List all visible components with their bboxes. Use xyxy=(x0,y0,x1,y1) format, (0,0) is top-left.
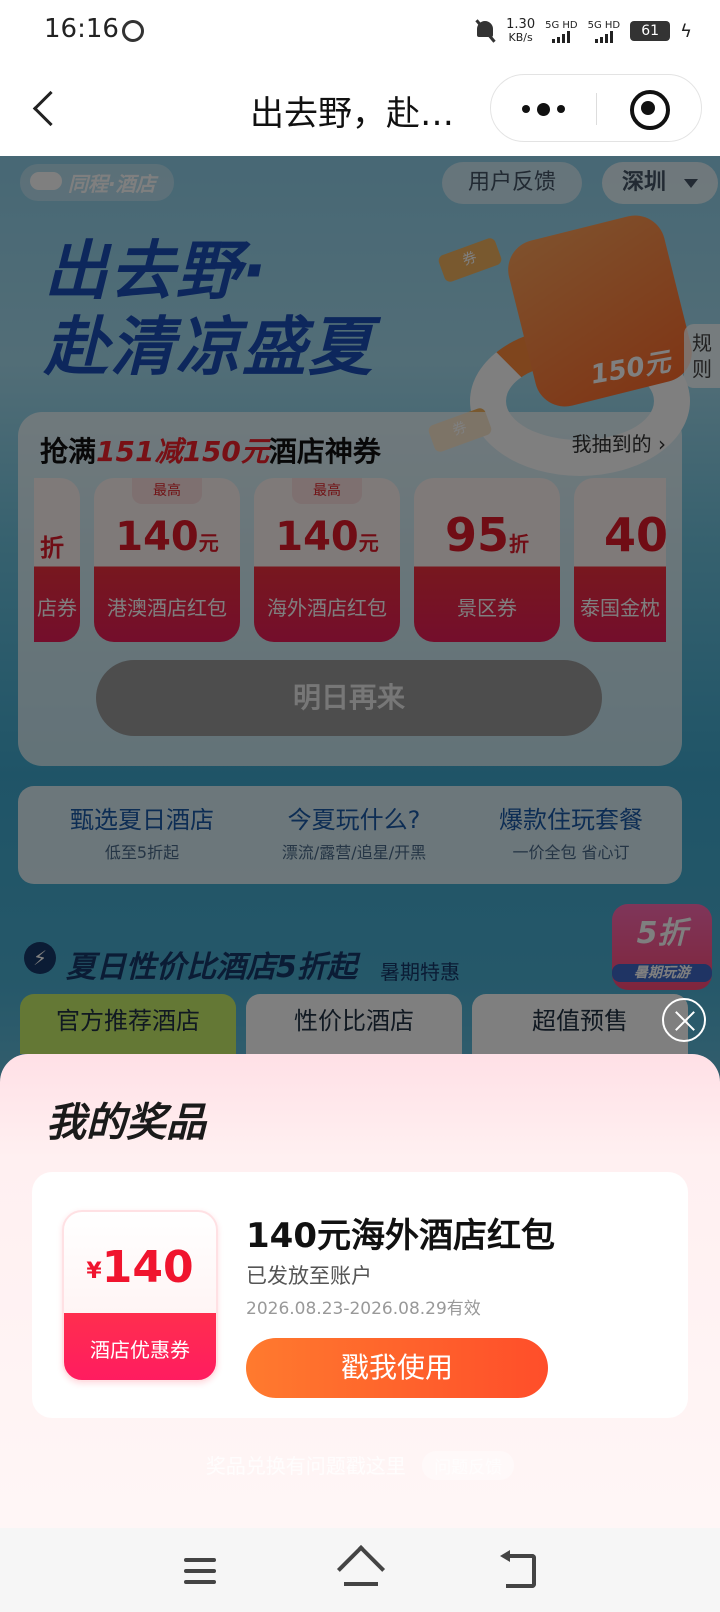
help-row[interactable]: 奖品兑换有问题戳这里 问题反馈 xyxy=(0,1450,720,1480)
net-speed-unit: KB/s xyxy=(508,31,533,44)
charging-icon: ϟ xyxy=(680,20,692,42)
voucher-amount: ¥140 xyxy=(64,1242,216,1293)
hotel-voucher-image: ¥140 酒店优惠券 xyxy=(62,1210,218,1382)
sim2-signal: 5G HD xyxy=(587,19,621,43)
sim1-signal: 5G HD xyxy=(545,20,578,43)
voucher-amount-value: 140 xyxy=(101,1242,194,1293)
status-icons: 1.30 KB/s 5G HD 5G HD 61 ϟ xyxy=(474,14,692,48)
voucher-label: 酒店优惠券 xyxy=(90,1338,190,1362)
net-speed: 1.30 KB/s xyxy=(506,18,535,44)
page-title: 出去野，赴… xyxy=(250,94,454,134)
more-options-button[interactable] xyxy=(491,75,596,143)
net-speed-value: 1.30 xyxy=(506,17,536,32)
close-mini-program-button[interactable] xyxy=(596,75,703,143)
prize-sheet: 我的奖品 ¥140 酒店优惠券 140元海外酒店红包 已发放至账户 2026.0… xyxy=(0,1054,720,1528)
sim1-label: 5G HD xyxy=(545,19,578,31)
sheet-title: 我的奖品 xyxy=(46,1090,212,1148)
help-text: 奖品兑换有问题戳这里 xyxy=(205,1454,406,1478)
close-icon[interactable] xyxy=(662,998,706,1042)
mini-program-title-bar: 出去野，赴… xyxy=(0,62,720,156)
feedback-chip[interactable]: 问题反馈 xyxy=(422,1451,515,1480)
sync-icon xyxy=(122,20,144,42)
signal-bars-icon xyxy=(594,30,613,43)
capsule-menu xyxy=(490,74,702,142)
voucher-currency: ¥ xyxy=(86,1259,102,1284)
battery-icon: 61 xyxy=(630,21,671,41)
status-time: 16:16 xyxy=(44,14,119,44)
prize-validity: 2026.08.23-2026.08.29有效 xyxy=(246,1299,481,1319)
use-now-button[interactable]: 戳我使用 xyxy=(246,1338,548,1398)
sim2-label: 5G HD xyxy=(587,19,621,31)
status-bar: 16:16 1.30 KB/s 5G HD 5G HD 61 ϟ xyxy=(0,0,720,62)
dot-icon xyxy=(522,105,530,113)
mute-bell-icon xyxy=(474,19,496,43)
prize-status: 已发放至账户 xyxy=(246,1264,372,1288)
signal-bars-icon xyxy=(552,30,571,43)
home-icon[interactable] xyxy=(330,1546,390,1596)
back-icon[interactable] xyxy=(490,1546,550,1596)
menu-icon[interactable] xyxy=(170,1546,230,1596)
dot-icon xyxy=(557,105,565,113)
prize-name: 140元海外酒店红包 xyxy=(246,1216,555,1256)
system-nav-bar xyxy=(0,1528,720,1612)
prize-card: ¥140 酒店优惠券 140元海外酒店红包 已发放至账户 2026.08.23-… xyxy=(32,1172,688,1418)
dot-icon xyxy=(537,102,550,116)
back-arrow-icon[interactable] xyxy=(28,88,68,128)
